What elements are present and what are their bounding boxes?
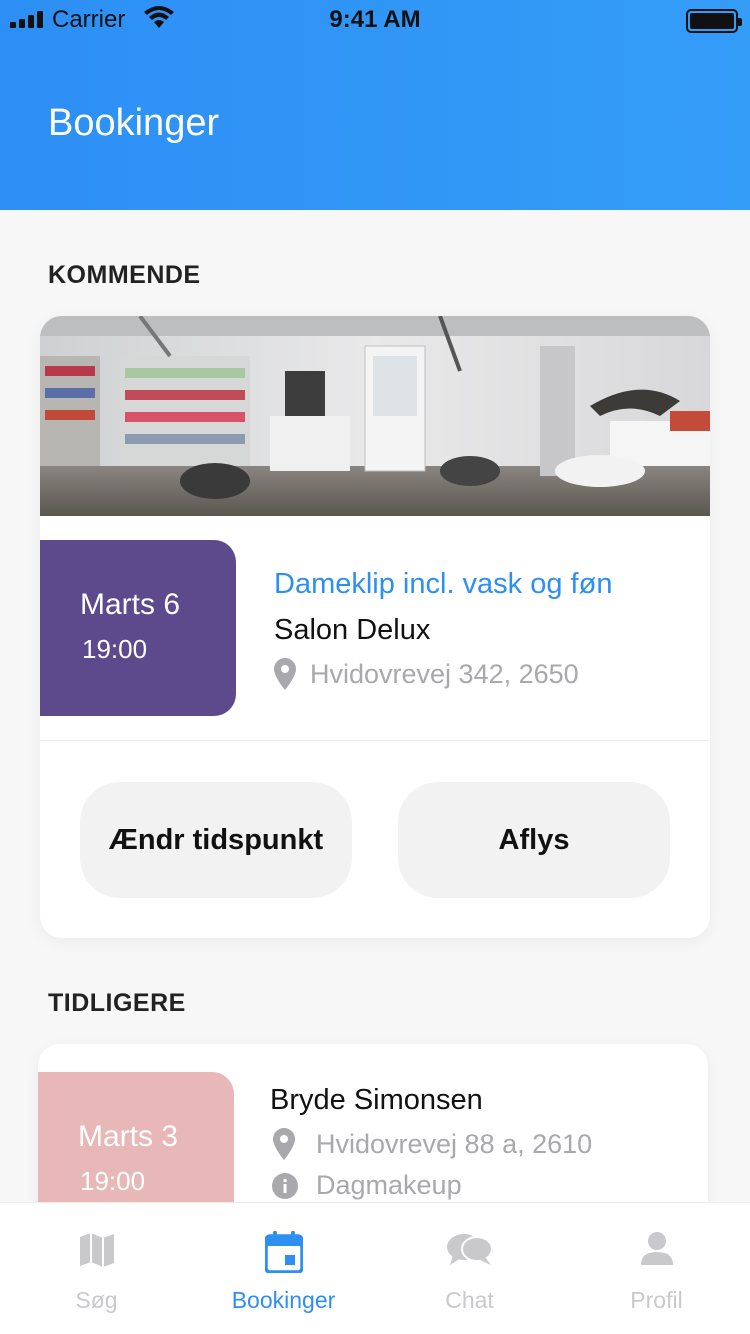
clock-label: 9:41 AM bbox=[329, 6, 421, 33]
booking-address: Hvidovrevej 342, 2650 bbox=[310, 658, 579, 689]
location-pin-icon bbox=[274, 658, 296, 690]
tab-search-label: Søg bbox=[75, 1287, 118, 1313]
past-booking-info: Dagmakeup bbox=[316, 1170, 462, 1200]
tab-profile-label: Profil bbox=[630, 1287, 683, 1313]
chat-icon bbox=[376, 1231, 563, 1269]
location-pin-icon bbox=[273, 1128, 295, 1160]
cancel-button[interactable]: Aflys bbox=[398, 782, 670, 898]
battery-icon bbox=[686, 9, 742, 33]
calendar-icon bbox=[190, 1231, 377, 1273]
tab-chat[interactable]: Chat bbox=[376, 1203, 563, 1334]
past-booking-address: Hvidovrevej 88 a, 2610 bbox=[316, 1128, 593, 1159]
past-booking-info-row: Dagmakeup bbox=[272, 1170, 462, 1201]
tab-profile[interactable]: Profil bbox=[563, 1203, 750, 1334]
page-title: Bookinger bbox=[48, 102, 220, 144]
person-icon bbox=[563, 1231, 750, 1267]
section-title-past: TIDLIGERE bbox=[48, 989, 186, 1017]
info-icon bbox=[272, 1172, 298, 1199]
card-divider bbox=[40, 740, 710, 741]
salon-photo bbox=[40, 316, 710, 516]
tab-bar: Søg Bookinger Chat Profil bbox=[0, 1202, 750, 1334]
past-booking-time: 19:00 bbox=[80, 1166, 146, 1196]
change-time-button[interactable]: Ændr tidspunkt bbox=[80, 782, 352, 898]
past-booking-name: Bryde Simonsen bbox=[270, 1084, 483, 1116]
tab-chat-label: Chat bbox=[445, 1287, 494, 1313]
booking-date: Marts 6 bbox=[80, 588, 181, 621]
tab-bookings[interactable]: Bookinger bbox=[190, 1203, 377, 1334]
map-icon bbox=[3, 1231, 190, 1269]
header-bar: Carrier 9:41 AM Bookinger bbox=[0, 0, 750, 210]
booking-address-row: Hvidovrevej 342, 2650 bbox=[274, 658, 579, 690]
tab-search[interactable]: Søg bbox=[3, 1203, 190, 1334]
booking-salon-name: Salon Delux bbox=[274, 614, 431, 646]
past-booking-date: Marts 3 bbox=[78, 1120, 179, 1153]
tab-bookings-label: Bookinger bbox=[231, 1287, 336, 1313]
booking-service[interactable]: Dameklip incl. vask og føn bbox=[274, 568, 612, 601]
booking-time: 19:00 bbox=[82, 634, 148, 664]
section-title-upcoming: KOMMENDE bbox=[48, 261, 201, 289]
upcoming-booking-card[interactable]: Marts 6 19:00 Dameklip incl. vask og føn… bbox=[40, 316, 710, 938]
status-bar: Carrier 9:41 AM bbox=[0, 0, 750, 40]
booking-date-badge: Marts 6 19:00 bbox=[40, 540, 236, 716]
past-booking-address-row: Hvidovrevej 88 a, 2610 bbox=[272, 1128, 592, 1160]
